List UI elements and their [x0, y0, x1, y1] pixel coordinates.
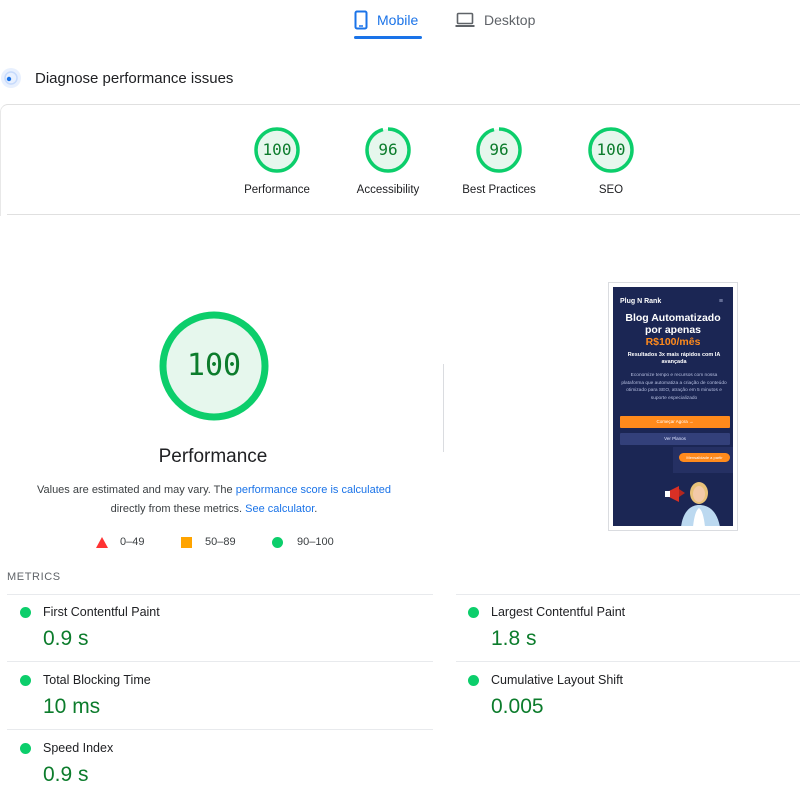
gauge-ring: 100	[587, 126, 635, 174]
thumbnail-price: R$100/mês	[645, 336, 701, 348]
tab-desktop[interactable]: Desktop	[455, 0, 545, 40]
metrics-divider	[7, 661, 433, 662]
metric-label: Total Blocking Time	[43, 673, 151, 687]
good-status-icon	[468, 675, 479, 686]
gauge-label: Accessibility	[356, 184, 420, 196]
thumbnail-subheadline: Resultados 3x mais rápidos com IA avança…	[627, 352, 721, 365]
metric-label: First Contentful Paint	[43, 605, 160, 619]
red-triangle-icon	[96, 536, 108, 548]
metric-total-blocking-time: Total Blocking Time 10 ms	[20, 673, 430, 723]
diagnose-header: Diagnose performance issues	[0, 66, 233, 90]
gauge-performance[interactable]: 100 Performance	[222, 126, 332, 196]
laptop-icon	[455, 12, 475, 28]
gauge-label: SEO	[598, 184, 624, 196]
gauge-label: Performance	[244, 184, 310, 196]
legend-poor-label: 0–49	[120, 536, 145, 548]
see-calculator-link[interactable]: See calculator	[245, 503, 314, 515]
gauge-value: 100	[596, 140, 626, 159]
tab-desktop-label: Desktop	[484, 12, 536, 28]
note-text: .	[314, 502, 318, 515]
good-status-icon	[468, 607, 479, 618]
legend-average-label: 50–89	[205, 536, 236, 548]
metric-label: Speed Index	[43, 741, 114, 755]
thumbnail-secondary-button: Ver Planos	[620, 433, 730, 445]
legend-good: 90–100	[272, 536, 334, 548]
thumbnail-headline: Blog Automatizado por apenas	[613, 312, 733, 336]
thumbnail-primary-button: Começar Agora →	[620, 416, 730, 428]
diagnose-title: Diagnose performance issues	[35, 69, 234, 87]
green-circle-icon	[272, 536, 283, 548]
metric-value: 0.9 s	[43, 763, 89, 786]
thumbnail-body: Economize tempo e recursos com nossa pla…	[621, 373, 727, 401]
vertical-divider	[443, 364, 444, 452]
note-text: directly from these metrics.	[110, 502, 246, 515]
smartphone-icon	[354, 10, 368, 30]
good-status-icon	[20, 675, 31, 686]
metrics-divider	[456, 661, 800, 662]
note-text: Values are estimated and may vary. The	[36, 484, 236, 496]
scores-divider	[7, 214, 800, 215]
legend-good-label: 90–100	[297, 536, 334, 548]
gauge-ring: 96	[475, 126, 523, 174]
metric-speed-index: Speed Index 0.9 s	[20, 741, 430, 791]
tab-mobile[interactable]: Mobile	[354, 0, 424, 40]
metric-first-contentful-paint: First Contentful Paint 0.9 s	[20, 605, 430, 655]
gauge-value: 96	[489, 140, 509, 159]
metric-largest-contentful-paint: Largest Contentful Paint 1.8 s	[468, 605, 798, 655]
legend-poor: 0–49	[96, 536, 181, 548]
performance-score-link[interactable]: performance score is calculated	[236, 484, 391, 496]
metric-value: 0.9 s	[43, 627, 89, 650]
diagnose-icon	[0, 67, 22, 89]
gauge-ring: 100	[253, 126, 301, 174]
thumbnail-brand: Plug N Rank	[620, 298, 662, 305]
performance-title: Performance	[158, 446, 268, 467]
metrics-divider	[7, 729, 433, 730]
gauge-value: 100	[262, 140, 292, 159]
good-status-icon	[20, 607, 31, 618]
performance-score: 100	[186, 348, 242, 383]
score-legend: 0–49 50–89 90–100	[96, 535, 334, 549]
gauge-accessibility[interactable]: 96 Accessibility	[333, 126, 443, 196]
gauge-seo[interactable]: 100 SEO	[556, 126, 666, 196]
hamburger-icon: ≡	[718, 298, 723, 305]
device-tabs: Mobile Desktop	[0, 0, 800, 42]
page-screenshot-thumbnail[interactable]: Plug N Rank ≡ Blog Automatizado por apena…	[608, 282, 738, 531]
gauge-label: Best Practices	[462, 184, 536, 196]
person-with-megaphone-image	[665, 482, 720, 526]
tab-mobile-label: Mobile	[377, 12, 419, 28]
thumbnail-content: Plug N Rank ≡ Blog Automatizado por apena…	[613, 287, 733, 526]
metrics-heading: METRICS	[7, 571, 61, 583]
gauge-ring: 96	[364, 126, 412, 174]
metric-label: Cumulative Layout Shift	[491, 673, 624, 687]
performance-note: Values are estimated and may vary. The p…	[14, 481, 414, 518]
metric-cumulative-layout-shift: Cumulative Layout Shift 0.005	[468, 673, 798, 723]
good-status-icon	[20, 743, 31, 754]
performance-gauge-large: 100	[158, 310, 270, 422]
metric-value: 1.8 s	[491, 627, 537, 650]
metric-label: Largest Contentful Paint	[491, 605, 626, 619]
metrics-divider	[7, 594, 433, 595]
active-tab-indicator	[354, 36, 422, 39]
legend-average: 50–89	[181, 536, 272, 548]
orange-square-icon	[181, 536, 192, 548]
thumbnail-tag: Mensalidade a partir	[679, 453, 730, 462]
headline-line: Blog Automatizado	[625, 312, 721, 324]
gauge-value: 96	[378, 140, 398, 159]
headline-line: por apenas	[644, 324, 702, 336]
metrics-divider	[456, 594, 800, 595]
metric-value: 10 ms	[43, 695, 101, 718]
metric-value: 0.005	[491, 695, 544, 718]
gauge-best-practices[interactable]: 96 Best Practices	[444, 126, 554, 196]
